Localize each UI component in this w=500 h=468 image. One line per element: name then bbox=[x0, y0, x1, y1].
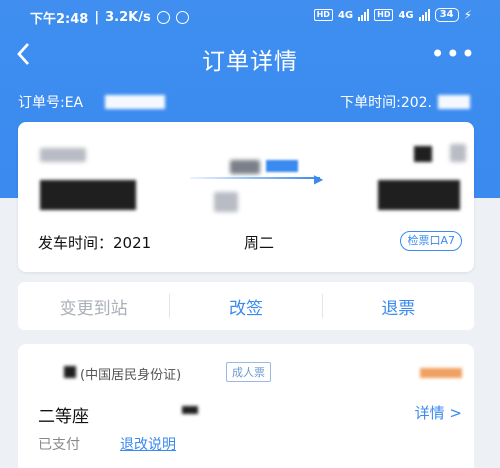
passenger-card: (中国居民身份证) 成人票 二等座 详情 > 已支付 退改说明 bbox=[18, 344, 474, 468]
refund-policy-link[interactable]: 退改说明 bbox=[120, 434, 176, 454]
battery-icon: 34 bbox=[434, 8, 459, 22]
status-speed: 3.2K/s bbox=[105, 10, 151, 25]
route-line bbox=[190, 177, 320, 179]
network-type-2: 4G bbox=[398, 9, 414, 21]
refund-button[interactable]: 退票 bbox=[323, 294, 474, 319]
order-time: 下单时间:202. bbox=[340, 92, 470, 112]
dest-station-redacted-2 bbox=[450, 144, 466, 162]
more-icon[interactable]: ••• bbox=[431, 40, 476, 68]
arrive-time-redacted bbox=[378, 180, 460, 210]
order-time-label: 下单时间:202. bbox=[340, 95, 432, 111]
train-badge-redacted bbox=[266, 160, 298, 172]
signal-icon-1 bbox=[358, 9, 370, 21]
alarm-icon bbox=[175, 11, 189, 24]
depart-time-label: 发车时间：2021 bbox=[38, 234, 152, 252]
origin-station-redacted bbox=[40, 148, 86, 162]
seat-number-redacted bbox=[182, 406, 198, 414]
page-title: 订单详情 bbox=[202, 49, 298, 75]
depart-weekday: 周二 bbox=[244, 234, 275, 252]
nav-bar: 订单详情 ••• bbox=[0, 32, 500, 80]
order-meta: 订单号:EA 下单时间:202. bbox=[0, 88, 500, 112]
charging-icon: ⚡ bbox=[463, 8, 472, 22]
order-number-label: 订单号:EA bbox=[18, 95, 84, 111]
car-seat-redacted bbox=[420, 368, 462, 378]
gate-badge: 检票口A7 bbox=[400, 231, 462, 251]
status-bar: 下午2:48 | 3.2K/s HD 4G HD 4G 34 ⚡ bbox=[0, 0, 500, 32]
order-number: 订单号:EA bbox=[18, 92, 166, 112]
depart-time-redacted bbox=[40, 180, 136, 210]
hd-badge-2: HD bbox=[374, 9, 394, 21]
route-arrow-icon: ▶ bbox=[314, 172, 324, 186]
signal-icon-2 bbox=[418, 9, 430, 21]
network-type-1: 4G bbox=[337, 9, 354, 21]
trip-card: ▶ 发车时间：2021 周二 检票口A7 bbox=[18, 122, 474, 272]
hd-badge-1: HD bbox=[313, 9, 333, 21]
train-number-redacted bbox=[214, 192, 238, 212]
detail-link[interactable]: 详情 > bbox=[415, 402, 462, 423]
reschedule-button[interactable]: 改签 bbox=[170, 294, 321, 319]
order-number-redacted bbox=[105, 95, 166, 109]
id-type-label: (中国居民身份证) bbox=[80, 368, 182, 383]
dest-station-redacted bbox=[414, 146, 432, 162]
passenger-name-redacted bbox=[64, 366, 76, 378]
ticket-type-badge: 成人票 bbox=[226, 362, 271, 382]
mute-icon bbox=[156, 11, 170, 24]
pay-status-label: 已支付 bbox=[38, 437, 80, 453]
order-time-redacted bbox=[438, 95, 470, 109]
seat-class-label: 二等座 bbox=[38, 407, 89, 427]
status-divider: | bbox=[94, 10, 100, 25]
change-station-button[interactable]: 变更到站 bbox=[18, 294, 169, 319]
status-time: 下午2:48 bbox=[30, 12, 89, 27]
train-code-redacted bbox=[230, 160, 260, 174]
action-bar: 变更到站 改签 退票 bbox=[18, 282, 474, 330]
